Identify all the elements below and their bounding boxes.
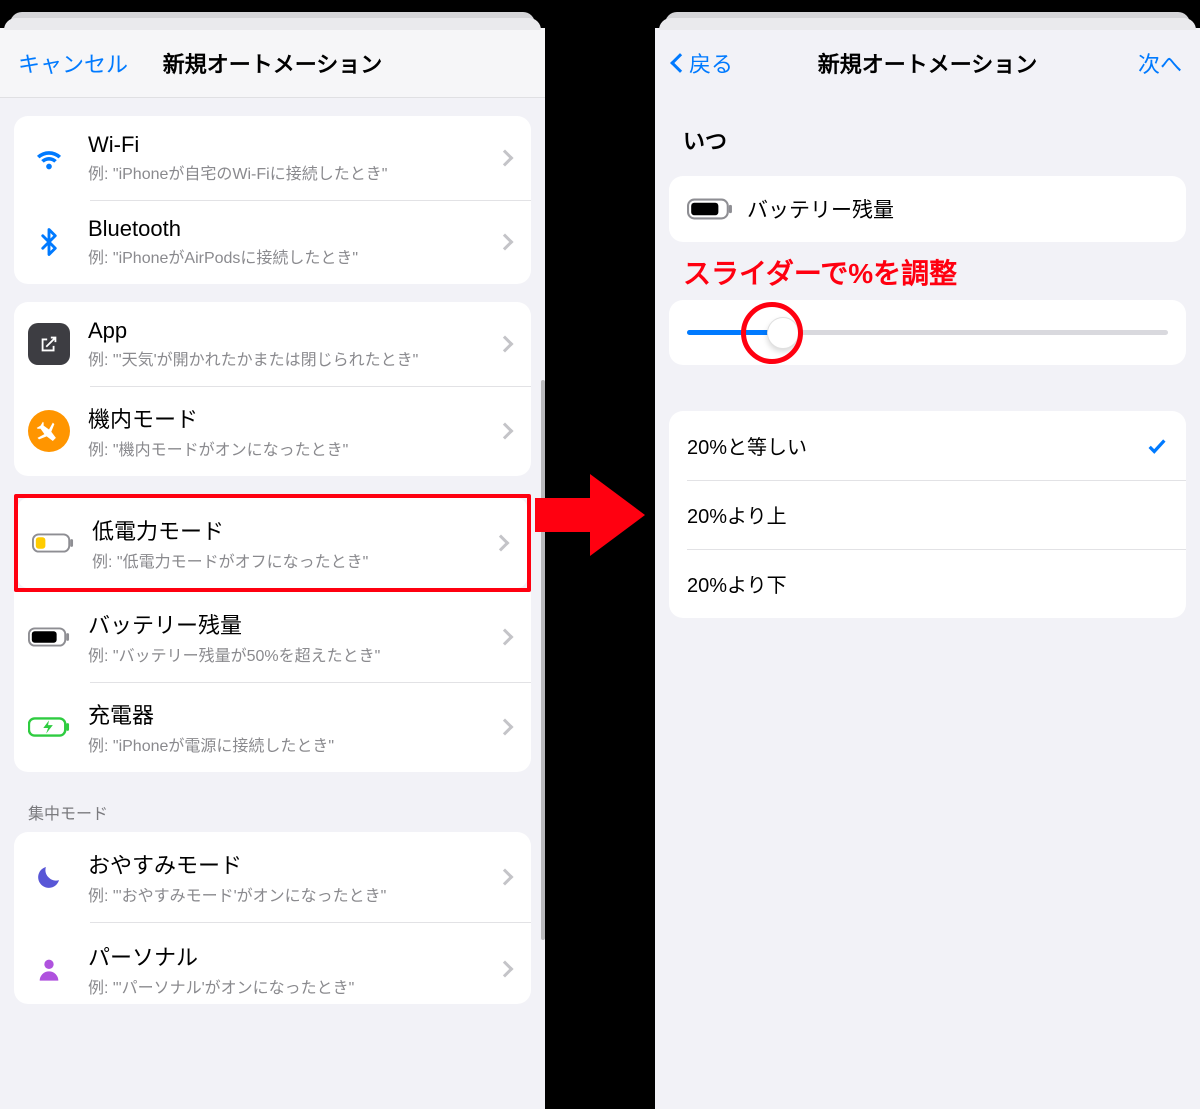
trigger-charger[interactable]: 充電器 例: "iPhoneが電源に接続したとき"	[14, 682, 531, 772]
next-button[interactable]: 次へ	[1138, 47, 1182, 79]
chevron-left-icon	[670, 53, 690, 73]
trigger-subtitle: 例: "バッテリー残量が50%を超えたとき"	[88, 642, 499, 666]
trigger-title: パーソナル	[88, 940, 499, 972]
chevron-right-icon	[497, 423, 514, 440]
trigger-personal-focus[interactable]: パーソナル 例: "'パーソナル'がオンになったとき"	[14, 922, 531, 1004]
trigger-subtitle: 例: "低電力モードがオフになったとき"	[92, 548, 495, 572]
person-icon	[28, 948, 70, 990]
trigger-subtitle: 例: "iPhoneが電源に接続したとき"	[88, 732, 499, 756]
moon-icon	[28, 856, 70, 898]
option-equals[interactable]: 20%と等しい	[669, 411, 1186, 480]
nav-bar: キャンセル 新規オートメーション	[0, 28, 545, 98]
trigger-title: App	[88, 318, 499, 344]
card-stack-decoration	[0, 0, 545, 28]
bluetooth-icon	[28, 221, 70, 263]
trigger-title: バッテリー残量	[88, 608, 499, 640]
chevron-right-icon	[497, 629, 514, 646]
scrollbar[interactable]	[541, 380, 545, 940]
trigger-low-power-mode[interactable]: 低電力モード 例: "低電力モードがオフになったとき"	[18, 498, 527, 588]
highlight-annotation: 低電力モード 例: "低電力モードがオフになったとき"	[14, 494, 531, 592]
nav-bar: 戻る 新規オートメーション 次へ	[655, 28, 1200, 98]
trigger-wifi[interactable]: Wi-Fi 例: "iPhoneが自宅のWi-Fiに接続したとき"	[14, 116, 531, 200]
charger-icon	[28, 706, 70, 748]
nav-title: 新規オートメーション	[818, 47, 1038, 79]
trigger-sleep-focus[interactable]: おやすみモード 例: "'おやすみモード'がオンになったとき"	[14, 832, 531, 922]
chevron-right-icon	[497, 150, 514, 167]
battery-level-icon	[28, 616, 70, 658]
back-button[interactable]: 戻る	[673, 47, 733, 79]
chevron-right-icon	[497, 719, 514, 736]
chevron-right-icon	[493, 535, 510, 552]
wifi-icon	[28, 137, 70, 179]
slider-thumb[interactable]	[767, 317, 799, 349]
cancel-button[interactable]: キャンセル	[18, 47, 128, 79]
chevron-right-icon	[497, 961, 514, 978]
trigger-subtitle: 例: "機内モードがオンになったとき"	[88, 436, 499, 460]
trigger-app[interactable]: App 例: "'天気'が開かれたかまたは閉じられたとき"	[14, 302, 531, 386]
trigger-title: Bluetooth	[88, 216, 499, 242]
option-below[interactable]: 20%より下	[669, 549, 1186, 618]
left-phone-screen: キャンセル 新規オートメーション Wi-Fi 例: "iPhoneが自宅のWi-…	[0, 0, 545, 1109]
trigger-summary-row: バッテリー残量	[669, 176, 1186, 242]
section-header-when: いつ	[669, 98, 1186, 160]
back-label: 戻る	[689, 47, 733, 79]
app-open-icon	[28, 323, 70, 365]
chevron-right-icon	[497, 336, 514, 353]
trigger-title: おやすみモード	[88, 848, 499, 880]
chevron-right-icon	[497, 869, 514, 886]
trigger-title: 機内モード	[88, 402, 499, 434]
chevron-right-icon	[497, 234, 514, 251]
trigger-subtitle: 例: "'天気'が開かれたかまたは閉じられたとき"	[88, 346, 499, 370]
section-header-focus: 集中モード	[14, 772, 531, 828]
nav-title: 新規オートメーション	[163, 47, 383, 79]
card-stack-decoration	[655, 0, 1200, 28]
trigger-battery-level[interactable]: バッテリー残量 例: "バッテリー残量が50%を超えたとき"	[14, 592, 531, 682]
option-label: 20%より上	[687, 500, 787, 529]
trigger-subtitle: 例: "iPhoneが自宅のWi-Fiに接続したとき"	[88, 160, 499, 184]
trigger-airplane-mode[interactable]: 機内モード 例: "機内モードがオンになったとき"	[14, 386, 531, 476]
option-label: 20%と等しい	[687, 431, 807, 460]
option-label: 20%より下	[687, 569, 787, 598]
trigger-title: 低電力モード	[92, 514, 495, 546]
trigger-subtitle: 例: "'パーソナル'がオンになったとき"	[88, 974, 499, 998]
percent-slider[interactable]	[669, 300, 1186, 365]
right-phone-screen: 戻る 新規オートメーション 次へ いつ バッテリー残量 スライダーで%を調整 2…	[655, 0, 1200, 1109]
checkmark-icon	[1146, 435, 1168, 457]
airplane-mode-icon	[28, 410, 70, 452]
trigger-title: 充電器	[88, 698, 499, 730]
trigger-bluetooth[interactable]: Bluetooth 例: "iPhoneがAirPodsに接続したとき"	[14, 200, 531, 284]
slider-track	[687, 330, 1168, 335]
arrow-annotation-icon	[535, 470, 645, 560]
trigger-summary-label: バッテリー残量	[747, 194, 894, 224]
triggers-list: Wi-Fi 例: "iPhoneが自宅のWi-Fiに接続したとき" Blueto…	[0, 98, 545, 1004]
instruction-annotation: スライダーで%を調整	[669, 242, 1186, 292]
low-power-mode-icon	[32, 522, 74, 564]
trigger-subtitle: 例: "iPhoneがAirPodsに接続したとき"	[88, 244, 499, 268]
battery-level-icon	[687, 196, 733, 222]
trigger-subtitle: 例: "'おやすみモード'がオンになったとき"	[88, 882, 499, 906]
option-above[interactable]: 20%より上	[669, 480, 1186, 549]
trigger-title: Wi-Fi	[88, 132, 499, 158]
